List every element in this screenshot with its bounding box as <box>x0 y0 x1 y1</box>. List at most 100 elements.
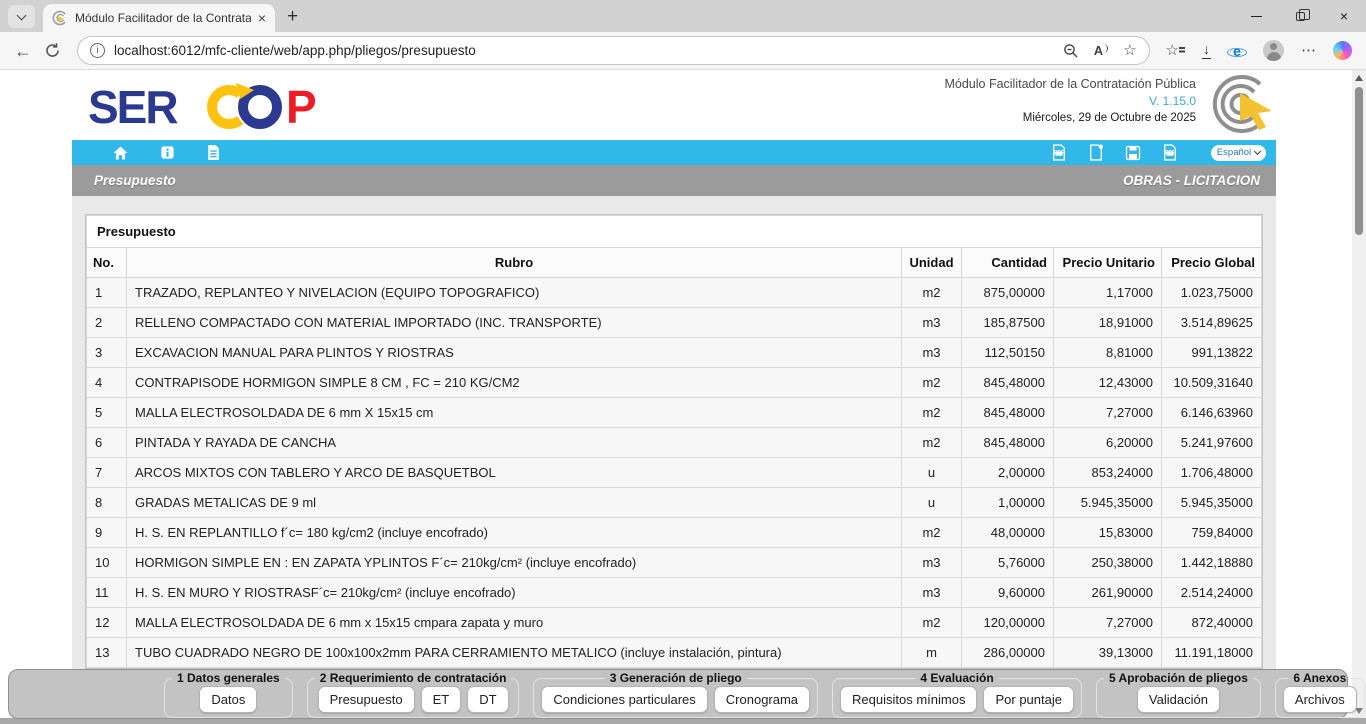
favorites-list-icon[interactable]: ☆ <box>1166 43 1185 58</box>
cell-no: 12 <box>87 608 127 638</box>
dt-button[interactable]: DT <box>467 686 508 713</box>
tab-actions-button[interactable] <box>8 5 35 28</box>
cell-cantidad: 5,76000 <box>962 548 1054 578</box>
condiciones-particulares-button[interactable]: Condiciones particulares <box>541 686 707 713</box>
table-row: 10HORMIGON SIMPLE EN : EN ZAPATA YPLINTO… <box>87 548 1262 578</box>
datos-button[interactable]: Datos <box>199 686 257 713</box>
cell-no: 5 <box>87 398 127 428</box>
cell-cantidad: 112,50150 <box>962 338 1054 368</box>
cell-unidad: m2 <box>902 278 962 308</box>
process-type-label: OBRAS - LICITACION <box>1123 173 1260 188</box>
cell-unidad: m2 <box>902 368 962 398</box>
cell-pg: 991,13822 <box>1162 338 1262 368</box>
wizard-group-6: 6 AnexosArchivos <box>1275 671 1365 718</box>
presupuesto-button[interactable]: Presupuesto <box>318 686 415 713</box>
tab-title: Módulo Facilitador de la Contrata <box>75 11 251 25</box>
cell-cantidad: 185,87500 <box>962 308 1054 338</box>
browser-toolbar: ← i localhost:6012/mfc-cliente/web/app.p… <box>0 32 1366 70</box>
wizard-footer: 1 Datos generalesDatos2 Requerimiento de… <box>8 669 1348 719</box>
wizard-group-legend: 4 Evaluación <box>915 671 998 685</box>
column-header-cantidad: Cantidad <box>962 248 1054 278</box>
zoom-out-icon[interactable] <box>1063 43 1079 59</box>
info-icon[interactable] <box>160 145 175 160</box>
main-navbar: PDF PDF Español <box>72 140 1276 165</box>
cell-rubro: GRADAS METALICAS DE 9 ml <box>127 488 902 518</box>
cell-pu: 8,81000 <box>1054 338 1162 368</box>
cell-no: 13 <box>87 638 127 668</box>
language-select[interactable]: Español <box>1211 145 1266 161</box>
scroll-up-icon[interactable] <box>1355 75 1363 81</box>
tab-favicon-icon <box>52 10 68 26</box>
cell-pg: 5.945,35000 <box>1162 488 1262 518</box>
cell-no: 9 <box>87 518 127 548</box>
cell-cantidad: 9,60000 <box>962 578 1054 608</box>
breadcrumb-bar: Presupuesto OBRAS - LICITACION <box>72 165 1276 196</box>
sercop-o-ring <box>243 90 277 124</box>
print-pdf-icon[interactable]: PDF <box>1162 144 1178 161</box>
window-controls: × <box>1234 0 1366 32</box>
favorite-star-icon[interactable]: ☆ <box>1123 43 1136 58</box>
table-row: 2RELLENO COMPACTADO CON MATERIAL IMPORTA… <box>87 308 1262 338</box>
cell-unidad: m3 <box>902 338 962 368</box>
downloads-icon[interactable]: ↓ <box>1202 42 1211 58</box>
settings-menu-icon[interactable]: ⋯ <box>1301 43 1316 58</box>
wizard-group-3: 3 Generación de pliegoCondiciones partic… <box>533 671 818 718</box>
svg-text:SER: SER <box>88 81 178 133</box>
back-button[interactable]: ← <box>14 42 32 60</box>
table-row: 13TUBO CUADRADO NEGRO DE 100x100x2mm PAR… <box>87 638 1262 668</box>
cell-cantidad: 286,00000 <box>962 638 1054 668</box>
app-title: Módulo Facilitador de la Contratación Pú… <box>944 76 1196 93</box>
table-row: 9H. S. EN REPLANTILLO f´c= 180 kg/cm2 (i… <box>87 518 1262 548</box>
cell-rubro: TRAZADO, REPLANTEO Y NIVELACION (EQUIPO … <box>127 278 902 308</box>
cell-cantidad: 48,00000 <box>962 518 1054 548</box>
cell-pg: 1.023,75000 <box>1162 278 1262 308</box>
table-row: 5MALLA ELECTROSOLDADA DE 6 mm X 15x15 cm… <box>87 398 1262 428</box>
new-document-icon[interactable] <box>1088 144 1104 161</box>
cronograma-button[interactable]: Cronograma <box>714 686 810 713</box>
cell-pu: 15,83000 <box>1054 518 1162 548</box>
archivos-button[interactable]: Archivos <box>1283 686 1357 713</box>
save-icon[interactable] <box>1125 145 1141 161</box>
cell-cantidad: 875,00000 <box>962 278 1054 308</box>
et-button[interactable]: ET <box>421 686 462 713</box>
cell-rubro: HORMIGON SIMPLE EN : EN ZAPATA YPLINTOS … <box>127 548 902 578</box>
cell-pu: 12,43000 <box>1054 368 1162 398</box>
cell-pg: 11.191,18000 <box>1162 638 1262 668</box>
new-tab-button[interactable]: + <box>287 0 298 28</box>
cell-no: 11 <box>87 578 127 608</box>
scrollbar-thumb[interactable] <box>1355 87 1363 235</box>
site-info-icon[interactable]: i <box>90 43 105 58</box>
requisitos-minimos-button[interactable]: Requisitos mínimos <box>840 686 977 713</box>
refresh-button[interactable] <box>44 42 61 59</box>
cell-pu: 250,38000 <box>1054 548 1162 578</box>
navbar-right-icons: PDF PDF Español <box>1051 144 1266 161</box>
cell-unidad: m2 <box>902 518 962 548</box>
copilot-icon[interactable] <box>1333 41 1352 60</box>
app-header: SER P Módulo Facilitador de la Contratac… <box>0 70 1366 140</box>
export-pdf-icon[interactable]: PDF <box>1051 144 1067 161</box>
close-button[interactable]: × <box>1322 0 1366 32</box>
cell-pu: 18,91000 <box>1054 308 1162 338</box>
validacion-button[interactable]: Validación <box>1137 686 1220 713</box>
cell-no: 7 <box>87 458 127 488</box>
page-scrollbar[interactable] <box>1352 70 1366 724</box>
cell-cantidad: 1,00000 <box>962 488 1054 518</box>
profile-avatar[interactable] <box>1263 40 1284 61</box>
home-icon[interactable] <box>112 145 129 161</box>
document-icon[interactable] <box>206 144 221 161</box>
read-aloud-icon[interactable]: A <box>1094 43 1108 58</box>
ie-mode-icon[interactable]: e <box>1228 42 1246 60</box>
address-bar[interactable]: i localhost:6012/mfc-cliente/web/app.php… <box>77 36 1150 65</box>
restore-icon <box>1296 12 1305 21</box>
cell-pg: 2.514,24000 <box>1162 578 1262 608</box>
cell-rubro: TUBO CUADRADO NEGRO DE 100x100x2mm PARA … <box>127 638 902 668</box>
cell-rubro: PINTADA Y RAYADA DE CANCHA <box>127 428 902 458</box>
browser-titlebar: Módulo Facilitador de la Contrata × + × <box>0 0 1366 32</box>
restore-button[interactable] <box>1278 0 1322 32</box>
tab-close-icon[interactable]: × <box>258 11 266 25</box>
web-page: SER P Módulo Facilitador de la Contratac… <box>0 70 1366 724</box>
browser-tab[interactable]: Módulo Facilitador de la Contrata × <box>43 4 275 32</box>
minimize-button[interactable] <box>1234 0 1278 32</box>
table-row: 1TRAZADO, REPLANTEO Y NIVELACION (EQUIPO… <box>87 278 1262 308</box>
por-puntaje-button[interactable]: Por puntaje <box>983 686 1074 713</box>
